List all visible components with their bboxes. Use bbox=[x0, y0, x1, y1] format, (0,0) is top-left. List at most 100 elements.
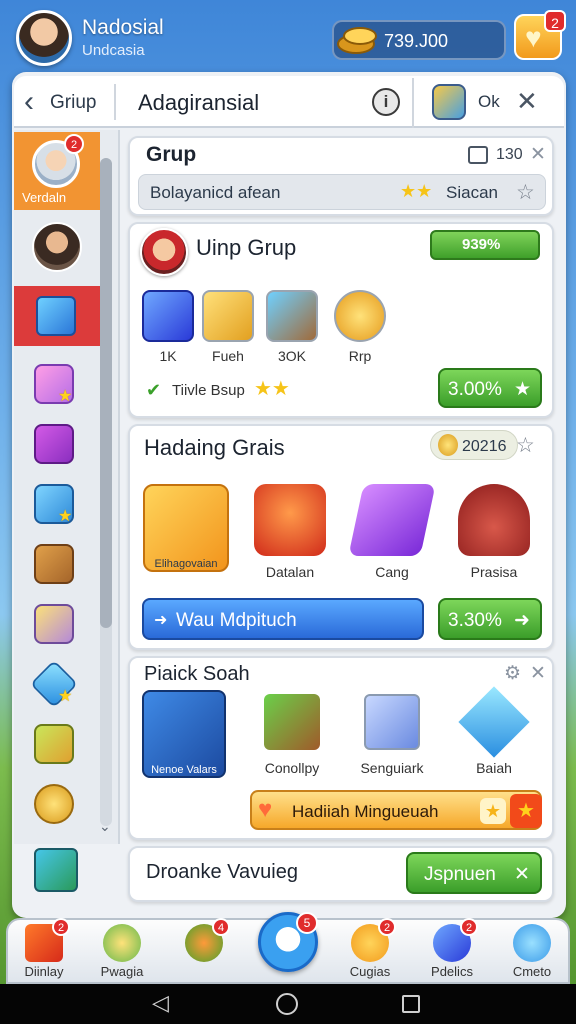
sidebar-item-box[interactable] bbox=[14, 536, 100, 596]
potion-icon[interactable] bbox=[432, 84, 466, 120]
home-circle-icon[interactable] bbox=[276, 993, 298, 1015]
info-icon[interactable]: i bbox=[372, 88, 400, 116]
sidebar-item-label: Verdaln bbox=[22, 190, 67, 205]
coin-icon bbox=[334, 290, 386, 342]
shop-item[interactable]: Datalan bbox=[248, 484, 332, 580]
recent-apps-icon[interactable] bbox=[402, 995, 420, 1013]
gold-bars-icon bbox=[337, 27, 377, 54]
blue-star-icon bbox=[458, 686, 530, 758]
user-name: Nadosial bbox=[82, 16, 164, 39]
resource-item[interactable]: 3OK bbox=[262, 290, 322, 364]
star-icon: ★★ bbox=[400, 181, 433, 201]
sidebar-item-book[interactable] bbox=[14, 716, 100, 776]
nav-label: Cugias bbox=[349, 964, 391, 979]
sidebar-item-avatar[interactable] bbox=[14, 216, 100, 282]
search-tag: Siacan bbox=[446, 183, 498, 202]
uinp-status: Tiivle Bsup bbox=[172, 382, 245, 399]
avatar-icon bbox=[32, 222, 82, 272]
search-value: Bolayanicd afean bbox=[150, 183, 281, 202]
notification-badge: 4 bbox=[212, 918, 230, 936]
resource-label: 3OK bbox=[277, 348, 306, 364]
purple-block-icon bbox=[348, 484, 436, 556]
sidebar-item-magic[interactable] bbox=[14, 416, 100, 476]
ok-label[interactable]: Ok bbox=[478, 92, 500, 112]
coin-icon bbox=[438, 434, 458, 456]
uinp-action-button[interactable]: 3.00% ★ bbox=[438, 368, 542, 408]
sidebar-item-selected[interactable] bbox=[14, 286, 100, 346]
notification-badge: 5 bbox=[296, 912, 318, 934]
star-icon: ★ bbox=[510, 794, 542, 828]
blue-shape-icon bbox=[36, 296, 76, 336]
arrow-right-icon: ➜ bbox=[514, 610, 530, 631]
chevron-down-icon[interactable]: ⌄ bbox=[99, 818, 111, 835]
nav-label: Diinlay bbox=[24, 964, 64, 979]
shop-item[interactable]: Cang bbox=[348, 484, 436, 580]
sidebar-item-card[interactable]: ★ bbox=[14, 476, 100, 536]
user-subtitle: Undcasia bbox=[82, 42, 145, 59]
resource-label: 1K bbox=[159, 348, 177, 364]
resource-item[interactable]: 1K bbox=[138, 290, 198, 364]
button-label: Jspnuen bbox=[424, 864, 496, 885]
resource-label: Fueh bbox=[212, 348, 244, 364]
reward-label: Conollpy bbox=[264, 760, 320, 776]
sidebar-item-coins[interactable] bbox=[14, 776, 100, 836]
shop-item[interactable]: Prasisa bbox=[452, 484, 536, 580]
nav-item-diinlay[interactable]: 2 Diinlay bbox=[4, 918, 84, 982]
nav-item-cugias[interactable]: 2 Cugias bbox=[330, 918, 410, 982]
nav-item-pdelics[interactable]: 2 Pdelics bbox=[412, 918, 492, 982]
avatar bbox=[140, 228, 188, 276]
green-book-icon bbox=[34, 724, 74, 764]
star-icon: ★ bbox=[58, 388, 73, 405]
nav-item-fruit[interactable]: 4 bbox=[164, 918, 244, 982]
button-label: 3.30% bbox=[448, 610, 502, 631]
grup-count: 130 bbox=[496, 146, 523, 163]
nav-item-pwagia[interactable]: Pwagia bbox=[82, 920, 162, 982]
heart-icon bbox=[513, 924, 551, 962]
back-triangle-icon[interactable]: ◁ bbox=[152, 990, 169, 1016]
notification-badge: 2 bbox=[52, 918, 70, 936]
star-icon: ★ bbox=[58, 688, 73, 705]
favorite-icon[interactable]: ☆ bbox=[516, 180, 535, 205]
gift-box-icon[interactable] bbox=[34, 848, 78, 892]
reward-item[interactable]: Conollpy bbox=[250, 694, 334, 776]
heart-icon: ♥ bbox=[258, 796, 273, 823]
profile-avatar[interactable] bbox=[16, 10, 72, 66]
gift-box-icon bbox=[264, 694, 320, 750]
nav-label: Pdelics bbox=[431, 964, 473, 979]
notice-board-icon bbox=[34, 604, 74, 644]
wau-button[interactable]: ➜ Wau Mdpituch bbox=[142, 598, 424, 640]
resource-item[interactable]: Fueh bbox=[198, 290, 258, 364]
join-button[interactable]: Jspnuen ✕ bbox=[406, 852, 542, 894]
sidebar-item-verdaln[interactable]: 2 Verdaln bbox=[14, 132, 100, 210]
close-icon[interactable]: ✕ bbox=[530, 143, 546, 166]
tools-icon[interactable]: ✕ bbox=[516, 86, 538, 117]
gear-icon[interactable]: ⚙ bbox=[504, 662, 521, 685]
berry-stack-icon bbox=[458, 484, 530, 556]
header-divider bbox=[412, 78, 414, 128]
status-badge-value: 939% bbox=[462, 236, 501, 253]
button-label: Wau Mdpituch bbox=[176, 610, 297, 631]
crystal-box-icon bbox=[364, 694, 420, 750]
wood-icon bbox=[266, 290, 318, 342]
star-icon: ★ bbox=[514, 379, 532, 400]
scrollbar-thumb[interactable] bbox=[100, 158, 112, 628]
back-button[interactable]: ‹ Griup bbox=[20, 84, 116, 120]
back-label: Griup bbox=[50, 92, 97, 113]
favorite-icon[interactable]: ☆ bbox=[516, 433, 535, 458]
resource-item[interactable]: Rrp bbox=[330, 290, 390, 364]
sidebar-item-board[interactable] bbox=[14, 596, 100, 656]
arrow-right-icon: ➜ bbox=[154, 612, 168, 629]
notification-badge: 2 bbox=[544, 10, 566, 32]
hadaing-action-button[interactable]: 3.30% ➜ bbox=[438, 598, 542, 640]
hadiah-button[interactable]: ♥ Hadiiah Mingueuah ★ ★ bbox=[250, 790, 542, 830]
star-icon: ★ bbox=[480, 798, 506, 824]
blue-cube-icon bbox=[142, 290, 194, 342]
nav-item-cmeto[interactable]: Cmeto bbox=[492, 920, 572, 982]
chevron-left-icon: ‹ bbox=[24, 85, 34, 118]
sidebar-item-gem[interactable]: ★ bbox=[14, 656, 100, 716]
reward-item[interactable]: Senguiark bbox=[350, 694, 434, 776]
reward-item[interactable]: Baiah bbox=[452, 686, 536, 776]
reward-label: Nenoe Valars bbox=[151, 764, 217, 776]
sidebar-item-badge[interactable]: ★ bbox=[14, 356, 100, 416]
close-icon[interactable]: ✕ bbox=[530, 662, 546, 685]
